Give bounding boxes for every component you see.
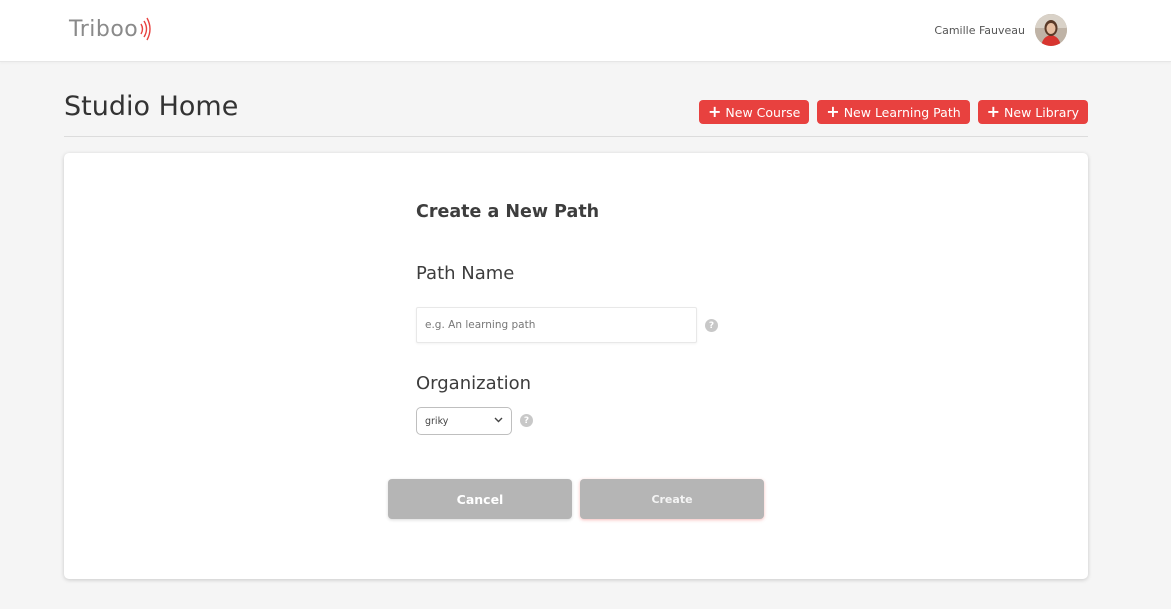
organization-select[interactable]: griky [416, 407, 512, 435]
form-title: Create a New Path [416, 202, 600, 222]
top-bar: Triboo Camille Fauveau [0, 0, 1171, 62]
new-course-label: New Course [725, 104, 801, 120]
page-header: Studio Home + New Course + New Learning … [64, 80, 1088, 137]
user-name: Camille Fauveau [934, 23, 1025, 37]
avatar[interactable] [1035, 14, 1067, 46]
new-course-button[interactable]: + New Course [699, 100, 810, 124]
path-name-label: Path Name [416, 263, 515, 284]
user-menu[interactable]: Camille Fauveau [934, 14, 1067, 46]
path-name-input[interactable] [416, 307, 697, 343]
help-icon[interactable]: ? [705, 319, 718, 332]
chevron-down-icon [494, 417, 503, 423]
cancel-button[interactable]: Cancel [388, 479, 572, 519]
header-actions: + New Course + New Learning Path + New L… [691, 100, 1088, 124]
plus-icon: + [708, 102, 722, 121]
create-path-card: Create a New Path Path Name ? Organizati… [64, 153, 1088, 579]
new-library-button[interactable]: + New Library [977, 100, 1088, 124]
create-button[interactable]: Create [580, 479, 764, 519]
user-avatar-image [1035, 14, 1067, 46]
organization-label: Organization [416, 373, 532, 394]
signal-waves-icon [140, 17, 151, 41]
new-learning-path-label: New Learning Path [843, 104, 961, 120]
help-icon[interactable]: ? [520, 414, 533, 427]
organization-selected-value: griky [425, 415, 449, 427]
plus-icon: + [826, 102, 840, 121]
page-title: Studio Home [64, 91, 239, 122]
new-learning-path-button[interactable]: + New Learning Path [817, 100, 970, 124]
new-library-label: New Library [1004, 104, 1079, 120]
triboo-logo[interactable]: Triboo [69, 14, 151, 44]
logo-text: Triboo [69, 16, 139, 42]
plus-icon: + [986, 102, 1001, 121]
